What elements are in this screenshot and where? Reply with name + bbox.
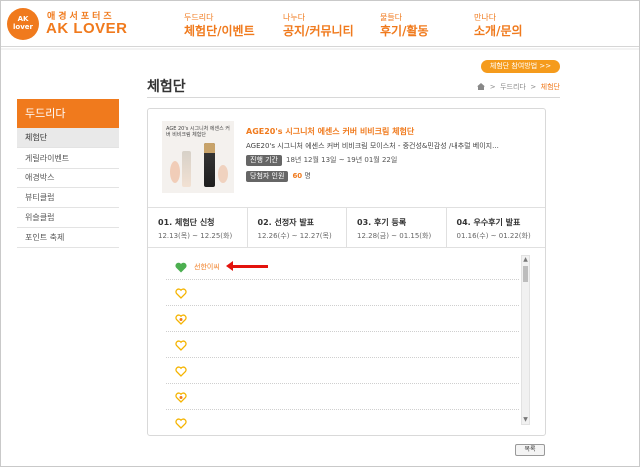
nav-experience[interactable]: 두드리다 체험단/이벤트 [184, 13, 255, 39]
step-title: 01. 체험단 신청 [158, 218, 215, 227]
step-announce: 02. 선정자 발표 12.26(수) ~ 12.27(목) [248, 208, 347, 247]
product-description: AGE20's 시그니처 에센스 커버 비비크림 모이스처 - 중건성&민감성 … [246, 142, 499, 150]
step-title: 02. 선정자 발표 [257, 218, 315, 227]
nav-sub-label: 나누다 [283, 13, 306, 22]
nav-reviews[interactable]: 물들다 후기/활동 [380, 13, 429, 39]
selected-heart-icon [175, 262, 187, 273]
nav-main-label[interactable]: 후기/활동 [380, 23, 429, 39]
product-tube-dark [204, 143, 215, 187]
list-item[interactable] [166, 280, 519, 306]
step-date: 12.28(금) ~ 01.15(화) [357, 232, 432, 240]
step-best-review: 04. 우수후기 발표 01.16(수) ~ 01.22(화) [447, 208, 546, 247]
list-item[interactable] [166, 410, 519, 429]
participation-guide-button[interactable]: 체험단 참여방법 >> [481, 60, 560, 73]
home-icon[interactable] [477, 83, 486, 90]
cream-swatch [218, 165, 228, 183]
nav-sub-label: 두드리다 [184, 13, 214, 22]
nav-community[interactable]: 나누다 공지/커뮤니티 [283, 13, 354, 39]
step-date: 12.13(목) ~ 12.25(화) [158, 232, 233, 240]
breadcrumb: > 두드리다 > 체험단 [477, 82, 560, 92]
step-title: 03. 후기 등록 [357, 218, 407, 227]
title-divider [147, 97, 560, 98]
cream-swatch [170, 161, 180, 183]
period-tag: 진행 기간 [246, 155, 282, 166]
scroll-down-icon[interactable]: ▼ [522, 416, 529, 424]
logo-title[interactable]: AK LOVER [46, 20, 128, 37]
sidebar-item-guerrilla-event[interactable]: 게릴라이벤트 [17, 149, 119, 169]
step-apply: 01. 체험단 신청 12.13(목) ~ 12.25(화) [148, 208, 248, 247]
nav-main-label[interactable]: 소개/문의 [474, 23, 523, 39]
heart-icon [175, 366, 187, 377]
winners-unit: 명 [304, 172, 311, 180]
logo-icon[interactable]: AK lover [7, 8, 39, 40]
step-date: 01.16(수) ~ 01.22(화) [456, 232, 531, 240]
header-divider [1, 48, 639, 50]
sidebar-item-point-festival[interactable]: 포인트 축제 [17, 228, 119, 248]
list-item[interactable]: 선한이씨 [166, 254, 519, 280]
sidebar-item-wish-club[interactable]: 위슬클럽 [17, 208, 119, 228]
heart-icon [175, 288, 187, 299]
sidebar-item-experience[interactable]: 체험단 [17, 128, 119, 148]
heart-icon [175, 418, 187, 429]
page-title: 체험단 [147, 79, 186, 95]
selection-list: 선한이씨 [166, 254, 519, 429]
step-date: 12.26(수) ~ 12.27(목) [257, 232, 332, 240]
breadcrumb-separator: > [528, 83, 539, 91]
breadcrumb-separator: > [487, 83, 498, 91]
nav-about[interactable]: 만나다 소개/문의 [474, 13, 523, 39]
breadcrumb-current: 체험단 [540, 83, 560, 91]
step-review: 03. 후기 등록 12.28(금) ~ 01.15(화) [347, 208, 447, 247]
scroll-up-icon[interactable]: ▲ [522, 256, 529, 264]
product-image[interactable]: AGE 20's 시그니처 에센스 커버 비비크림 체험단 [162, 121, 234, 193]
sidebar-item-ak-box[interactable]: 애경박스 [17, 168, 119, 188]
site-header: AK lover 애경서포터즈 AK LOVER 두드리다 체험단/이벤트 나누… [1, 1, 639, 47]
nav-main-label[interactable]: 체험단/이벤트 [184, 23, 255, 39]
nav-sub-label: 물들다 [380, 13, 403, 22]
winners-tag: 당첨자 인원 [246, 171, 289, 182]
step-title: 04. 우수후기 발표 [456, 218, 521, 227]
list-item[interactable] [166, 384, 519, 410]
pointer-arrow-icon [226, 261, 268, 271]
nav-main-label[interactable]: 공지/커뮤니티 [283, 23, 354, 39]
experience-card: AGE 20's 시그니처 에센스 커버 비비크림 체험단 AGE20's 시그… [147, 108, 546, 436]
period-value: 18년 12월 13일 ~ 19년 01월 22일 [286, 156, 398, 164]
period-row: 진행 기간 18년 12월 13일 ~ 19년 01월 22일 [246, 155, 397, 166]
product-title[interactable]: AGE20's 시그니처 에센스 커버 비비크림 체험단 [246, 126, 414, 137]
list-item-text[interactable]: 선한이씨 [194, 262, 220, 272]
heart-icon [175, 314, 187, 325]
schedule-steps: 01. 체험단 신청 12.13(목) ~ 12.25(화) 02. 선정자 발… [148, 207, 545, 248]
breadcrumb-item[interactable]: 두드리다 [500, 83, 526, 91]
product-tube-light [182, 151, 191, 187]
list-item[interactable] [166, 306, 519, 332]
winners-row: 당첨자 인원 60 명 [246, 171, 311, 182]
list-item[interactable] [166, 358, 519, 384]
sidebar-heading: 두드리다 [17, 99, 119, 128]
list-item[interactable] [166, 332, 519, 358]
nav-sub-label: 만나다 [474, 13, 497, 22]
sidebar-item-beauty-club[interactable]: 뷰티클럽 [17, 188, 119, 208]
heart-icon [175, 340, 187, 351]
list-scrollbar[interactable]: ▲ ▼ [521, 255, 530, 425]
list-button[interactable]: 목록 [515, 444, 545, 456]
winners-count: 60 [292, 172, 303, 180]
heart-icon [175, 392, 187, 403]
product-image-caption: AGE 20's 시그니처 에센스 커버 비비크림 체험단 [166, 126, 230, 138]
scroll-thumb[interactable] [523, 266, 528, 282]
